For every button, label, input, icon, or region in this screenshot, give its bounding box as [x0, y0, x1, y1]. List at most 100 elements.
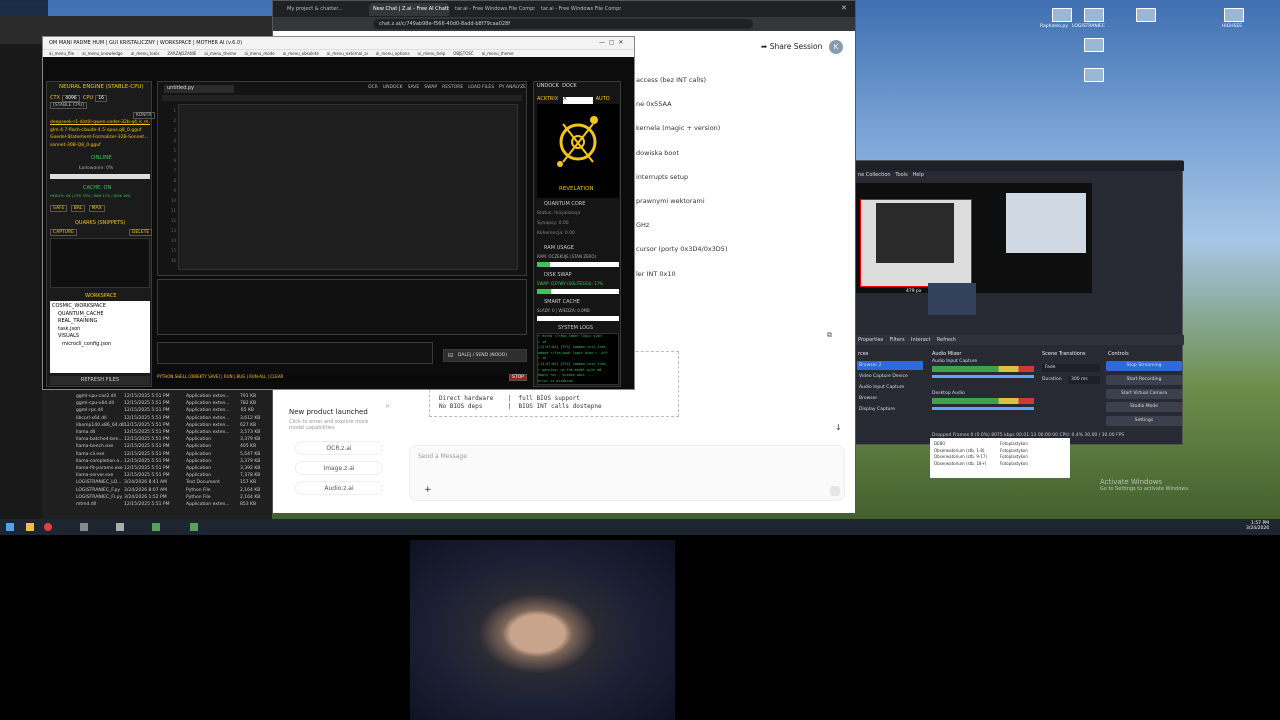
editor-toolbar-button[interactable]: SWAP: [424, 85, 437, 90]
taskbar-icon[interactable]: [80, 523, 88, 531]
desktop-icon-2[interactable]: [1084, 8, 1104, 22]
tree-item[interactable]: task.json: [52, 326, 148, 334]
tab-filters[interactable]: Filters: [890, 337, 905, 343]
app-menu-item[interactable]: ai_menu_tools: [131, 51, 160, 56]
obs-source-item[interactable]: Video Capture Device: [857, 372, 923, 381]
send-button[interactable]: [830, 486, 840, 496]
tree-item[interactable]: microcli_config.json: [52, 341, 148, 349]
start-recording-button[interactable]: Start Recording: [1106, 375, 1182, 385]
copy-icon[interactable]: ⧉: [827, 331, 832, 340]
window-close-icon[interactable]: ✕: [841, 4, 847, 12]
file-name-cell[interactable]: llama-server.exe: [76, 473, 113, 478]
delete-button[interactable]: DELETE: [129, 229, 153, 236]
desktop-icon-3[interactable]: [1136, 8, 1156, 22]
max-button[interactable]: MAX: [88, 205, 105, 212]
app-menu-item[interactable]: ai_menu_file: [49, 51, 74, 56]
desktop-icon-1[interactable]: [1052, 8, 1072, 22]
undock-button[interactable]: UNDOCK: [537, 83, 559, 89]
dock-button[interactable]: DOCK: [562, 83, 577, 89]
app-menu-item[interactable]: ai_menu_help: [418, 51, 446, 56]
file-name-cell[interactable]: libcurl-x64.dll: [76, 416, 107, 421]
file-name-cell[interactable]: ggml-rpc.dll: [76, 408, 103, 413]
share-session-button[interactable]: ➦ Share Session: [761, 42, 822, 51]
browser-tab-active[interactable]: New Chat | Z.ai - Free AI Chatbo...: [369, 3, 449, 16]
safe-button[interactable]: SAFE: [50, 205, 68, 212]
attach-plus-icon[interactable]: +: [424, 485, 432, 495]
app-menu-item[interactable]: ai_menu_mode: [244, 51, 274, 56]
obs-menu-item[interactable]: Tools: [895, 172, 907, 178]
app-menu-item[interactable]: ai_menu_external_ai: [327, 51, 368, 56]
app-menu-item[interactable]: ai_menu_options: [376, 51, 410, 56]
avatar[interactable]: K: [829, 40, 843, 54]
tree-item[interactable]: REAL_TRAINING: [52, 318, 148, 326]
browser-tab[interactable]: tar.ai - Free Windows File Compres...: [537, 3, 621, 16]
auto-toggle[interactable]: AUTO: [596, 96, 610, 102]
system-logs[interactable]: > exteo </repo_name> logic side > id [13:0…: [537, 333, 619, 385]
obs-source-item[interactable]: Browser: [857, 394, 923, 403]
tree-item[interactable]: VISUALS: [52, 333, 148, 341]
editor-toolbar-button[interactable]: SAVE: [408, 85, 420, 90]
product-link-ocr[interactable]: OCR.z.ai: [295, 441, 383, 455]
scene-list-item[interactable]: DEBO: [934, 441, 945, 446]
start-icon[interactable]: [6, 523, 14, 531]
file-name-cell[interactable]: mtmd.dll: [76, 502, 96, 507]
send-button[interactable]: ⊟ DALEJ / SEND (NOOO): [443, 349, 527, 362]
scroll-down-icon[interactable]: ↓: [835, 423, 842, 432]
code-editor[interactable]: [178, 104, 518, 270]
browser-tab[interactable]: My project & chatter...: [283, 3, 367, 16]
tab-refresh[interactable]: Refresh: [937, 337, 956, 343]
settings-button[interactable]: Settings: [1106, 416, 1182, 426]
file-name-cell[interactable]: LOGISTRANIEC_LO...: [76, 480, 121, 485]
editor-toolbar-button[interactable]: LOAD FILES: [468, 85, 494, 90]
file-name-cell[interactable]: ggml-cpu-x64.dll: [76, 401, 114, 406]
file-name-cell[interactable]: ggml-cpu-cas2.dll: [76, 394, 116, 399]
bal-button[interactable]: BAL: [70, 205, 86, 212]
stable-cpu-button[interactable]: [STABLE CPU]: [50, 102, 87, 109]
product-link-audio[interactable]: Audio.z.ai: [295, 481, 383, 495]
file-name-cell[interactable]: llama-batched-ben...: [76, 437, 123, 442]
capture-button[interactable]: CAPTURE: [50, 229, 77, 236]
file-name-cell[interactable]: llama-bench.exe: [76, 444, 113, 449]
tree-item[interactable]: COSMIC_WORKSPACE: [52, 303, 148, 311]
stop-button[interactable]: STOP: [509, 374, 527, 381]
studio-mode-button[interactable]: Studio Mode: [1106, 402, 1182, 412]
message-input[interactable]: Send a Message +: [409, 445, 845, 501]
transition-select[interactable]: Fade: [1042, 364, 1100, 372]
desktop-icon-5[interactable]: [1084, 38, 1104, 52]
file-name-cell[interactable]: llama.dll: [76, 430, 95, 435]
file-name-cell[interactable]: llama-fit-params.exe: [76, 466, 123, 471]
editor-toolbar-button[interactable]: RESTORE: [442, 85, 463, 90]
acktrix-input[interactable]: A: [563, 97, 594, 104]
tab-interact[interactable]: Interact: [911, 337, 931, 343]
product-link-image[interactable]: Image.z.ai: [295, 461, 383, 475]
tree-item[interactable]: QUANTUM_CACHE: [52, 311, 148, 319]
app-menu-item[interactable]: ai_menu_knowledge: [82, 51, 123, 56]
editor-toolbar-button[interactable]: UNDOCK: [383, 85, 403, 90]
scene-list-item[interactable]: Obserwatorium (stb. 9-17): [934, 454, 987, 459]
model-item[interactable]: glm-4.7-flash-claude-4.5-opus.q8_0.gguf: [50, 127, 150, 135]
taskbar-icon[interactable]: [152, 523, 160, 531]
editor-toolbar-button[interactable]: OCR: [368, 85, 378, 90]
model-item[interactable]: Goedel-Statement-Formalizer-32B-Sonnet..…: [50, 134, 150, 142]
ctx-input[interactable]: 4096: [62, 95, 80, 102]
quarks-list[interactable]: [50, 238, 150, 288]
file-name-cell[interactable]: LOGISTRANIEC_FI.py: [76, 495, 122, 500]
mixer-volume-slider[interactable]: [932, 407, 1034, 410]
clock[interactable]: 1:57 PM 3/24/2026: [1246, 521, 1269, 531]
maximize-icon[interactable]: ▢: [609, 39, 615, 46]
product-card[interactable]: New product launched Click to enter and …: [283, 401, 393, 501]
close-icon[interactable]: ✕: [385, 403, 390, 410]
app-menu-item[interactable]: OBJĘTOŚĆ: [453, 51, 474, 56]
model-item[interactable]: sonnet-30B-Q8_0.gguf: [50, 142, 150, 150]
obs-menu-item[interactable]: ne Collection: [858, 172, 891, 178]
taskbar-icon[interactable]: [44, 523, 52, 531]
desktop-icon-6[interactable]: [1084, 68, 1104, 82]
prompt-input[interactable]: [157, 342, 433, 364]
obs-source-item[interactable]: Display Capture: [857, 405, 923, 414]
close-icon[interactable]: ✕: [618, 39, 623, 46]
app-menu-item[interactable]: ai_menu_obsolete: [283, 51, 319, 56]
obs-menu-item[interactable]: Help: [912, 172, 923, 178]
obs-source-item[interactable]: Audio Input Capture: [857, 383, 923, 392]
cpu-input[interactable]: 16: [95, 95, 108, 102]
url-input[interactable]: chat.z.ai/c/749ab98e-f566-40d0-8add-b8f7…: [373, 19, 753, 29]
